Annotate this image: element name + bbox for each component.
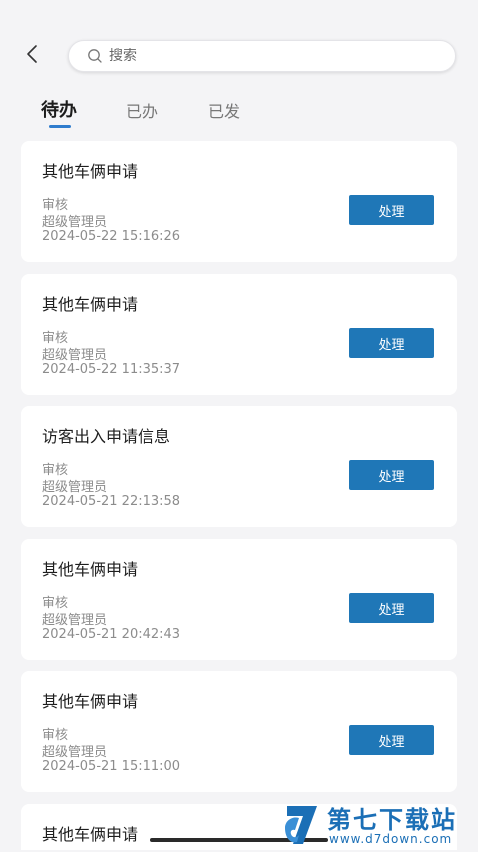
task-user: 超级管理员	[42, 215, 108, 230]
handle-button[interactable]: 处理	[349, 195, 434, 225]
task-title: 其他车俩申请	[42, 825, 139, 844]
task-card: 其他车俩申请 审核 超级管理员 2024-05-21 20:42:43 处理	[21, 539, 457, 660]
task-time: 2024-05-21 22:13:58	[42, 494, 181, 509]
site-watermark: 第七下载站 www.d7down.com	[283, 798, 475, 850]
task-time: 2024-05-21 15:11:00	[42, 759, 181, 774]
task-user: 超级管理员	[42, 613, 108, 628]
handle-button[interactable]: 处理	[349, 328, 434, 358]
handle-button[interactable]: 处理	[349, 725, 434, 755]
task-list: 其他车俩申请 审核 超级管理员 2024-05-22 15:16:26 处理 其…	[0, 0, 478, 850]
task-card: 访客出入申请信息 审核 超级管理员 2024-05-21 22:13:58 处理	[21, 406, 457, 527]
task-user: 超级管理员	[42, 480, 108, 495]
watermark-logo-icon	[283, 802, 323, 848]
handle-button[interactable]: 处理	[349, 460, 434, 490]
task-user: 超级管理员	[42, 348, 108, 363]
task-time: 2024-05-22 11:35:37	[42, 362, 181, 377]
watermark-title: 第七下载站	[327, 806, 457, 834]
task-card: 其他车俩申请 审核 超级管理员 2024-05-22 11:35:37 处理	[21, 274, 457, 395]
task-title: 其他车俩申请	[42, 295, 139, 314]
handle-button[interactable]: 处理	[349, 593, 434, 623]
task-card: 其他车俩申请 审核 超级管理员 2024-05-21 15:11:00 处理	[21, 671, 457, 792]
task-title: 其他车俩申请	[42, 162, 139, 181]
task-title: 访客出入申请信息	[42, 427, 171, 446]
task-card: 其他车俩申请 审核 超级管理员 2024-05-22 15:16:26 处理	[21, 141, 457, 262]
watermark-url: www.d7down.com	[329, 832, 453, 846]
task-title: 其他车俩申请	[42, 560, 139, 579]
task-time: 2024-05-21 20:42:43	[42, 627, 181, 642]
task-time: 2024-05-22 15:16:26	[42, 229, 181, 244]
task-user: 超级管理员	[42, 745, 108, 760]
task-title: 其他车俩申请	[42, 692, 139, 711]
